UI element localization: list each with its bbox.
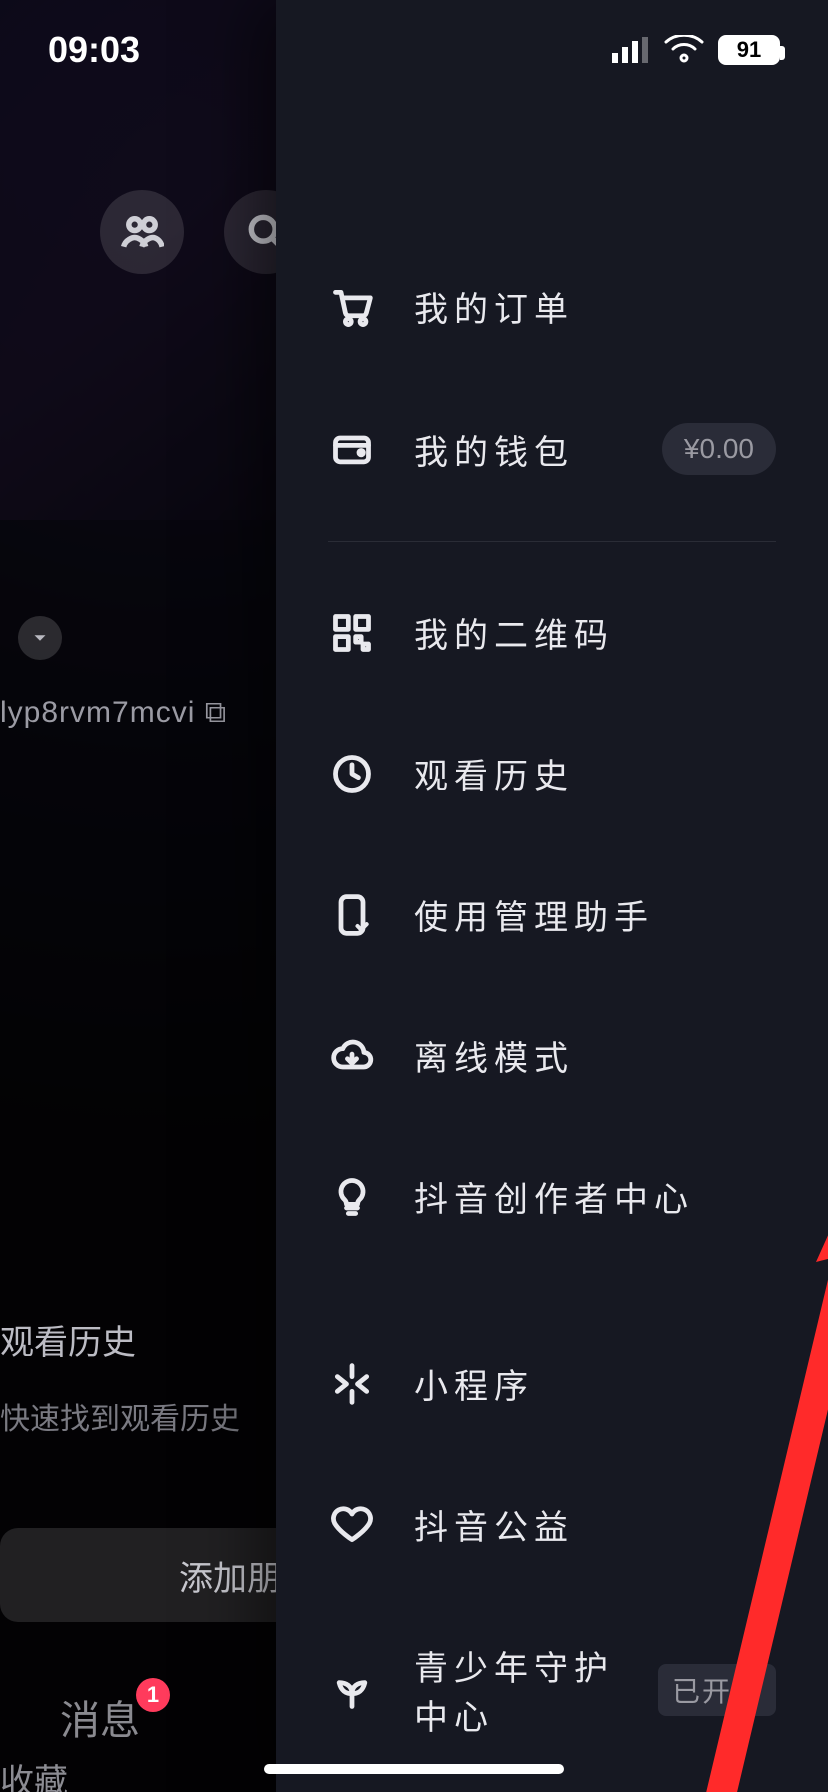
home-indicator xyxy=(264,1764,564,1774)
battery-icon: 91 xyxy=(718,35,780,65)
divider xyxy=(328,541,776,542)
menu-label: 我的二维码 xyxy=(414,608,776,657)
menu-label: 抖音创作者中心 xyxy=(414,1172,776,1221)
menu-watch-history[interactable]: 观看历史 xyxy=(276,703,828,844)
wallet-icon xyxy=(328,425,376,473)
messages-badge: 1 xyxy=(136,1678,170,1712)
teen-status-tag: 已开启 xyxy=(658,1664,776,1716)
menu-mini-programs[interactable]: 小程序 xyxy=(276,1313,828,1454)
menu-label: 观看历史 xyxy=(414,749,776,798)
status-time: 09:03 xyxy=(48,29,140,71)
menu-my-wallet[interactable]: 我的钱包 ¥0.00 xyxy=(276,377,828,521)
menu-label: 使用管理助手 xyxy=(414,890,776,939)
menu-label: 我的订单 xyxy=(414,282,776,331)
tab-messages[interactable]: 消息 1 xyxy=(60,1688,140,1746)
lightbulb-icon xyxy=(328,1173,376,1221)
cellular-icon xyxy=(612,37,650,63)
menu-label: 离线模式 xyxy=(414,1031,776,1080)
menu-label: 抖音公益 xyxy=(414,1500,776,1549)
menu-my-orders[interactable]: 我的订单 xyxy=(276,236,828,377)
cart-icon xyxy=(328,283,376,331)
side-drawer: 我的订单 我的钱包 ¥0.00 我的二维码 观看历史 使用管理助手 xyxy=(276,0,828,1792)
history-card-title: 观看历史 xyxy=(0,1315,136,1364)
menu-label: 我的钱包 xyxy=(414,425,624,474)
menu-my-qrcode[interactable]: 我的二维码 xyxy=(276,562,828,703)
sprout-icon xyxy=(328,1666,376,1714)
menu-label: 青少年守护中心 xyxy=(414,1641,620,1739)
spark-icon xyxy=(328,1360,376,1408)
user-id-text: lyp8rvm7mcvi ⧉ xyxy=(0,696,226,730)
expand-badge[interactable] xyxy=(18,616,62,660)
menu-teen-protection[interactable]: 青少年守护中心 已开启 xyxy=(276,1595,828,1785)
menu-creator-center[interactable]: 抖音创作者中心 xyxy=(276,1126,828,1267)
phone-check-icon xyxy=(328,891,376,939)
menu-label: 小程序 xyxy=(414,1359,776,1408)
wifi-icon xyxy=(664,35,704,65)
wallet-balance: ¥0.00 xyxy=(662,423,776,475)
menu-customer-service[interactable]: 我的客服 xyxy=(276,1785,828,1792)
menu-charity[interactable]: 抖音公益 xyxy=(276,1454,828,1595)
menu-offline-mode[interactable]: 离线模式 xyxy=(276,985,828,1126)
heart-icon xyxy=(328,1501,376,1549)
clock-icon xyxy=(328,750,376,798)
status-bar: 09:03 91 xyxy=(0,0,828,100)
menu-usage-assistant[interactable]: 使用管理助手 xyxy=(276,844,828,985)
history-card-sub: 快速找到观看历史 xyxy=(0,1394,240,1438)
qrcode-icon xyxy=(328,609,376,657)
cloud-download-icon xyxy=(328,1032,376,1080)
friends-icon[interactable] xyxy=(100,190,184,274)
